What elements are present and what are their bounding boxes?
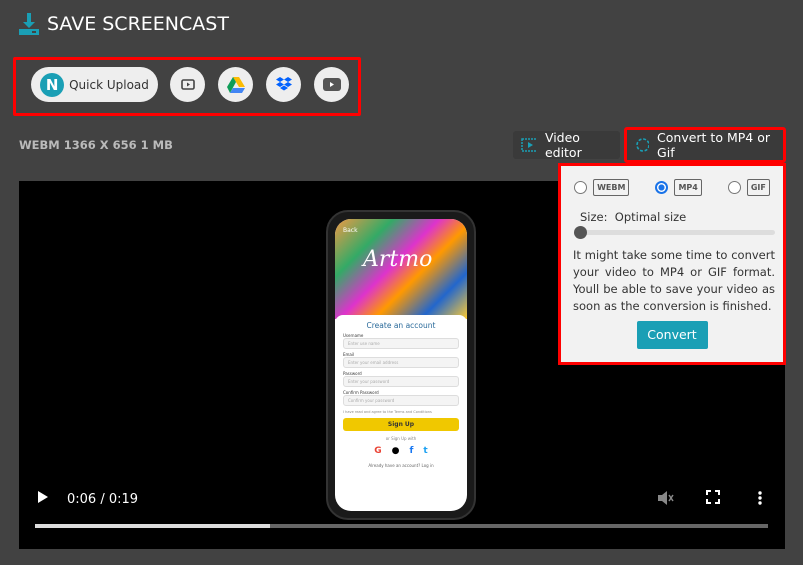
phone-back: Back [343, 227, 358, 234]
field-label: Confirm Password [343, 390, 379, 395]
google-drive-button[interactable] [218, 67, 253, 102]
more-vertical-icon [758, 491, 762, 505]
convert-button[interactable]: Convert [636, 321, 708, 349]
size-row: Size: Optimal size [580, 210, 783, 224]
fullscreen-button[interactable] [706, 490, 720, 508]
google-drive-icon [226, 76, 245, 93]
page-header: SAVE SCREENCAST [19, 13, 229, 35]
youtube-button[interactable] [314, 67, 349, 102]
dropbox-button[interactable] [266, 67, 301, 102]
radio-webm[interactable] [574, 181, 588, 194]
play-icon [38, 491, 48, 503]
convert-popup: WEBM MP4 GIF Size: Optimal size It might… [558, 163, 786, 365]
phone-brand: Artmo [363, 247, 433, 272]
progress-fill [35, 524, 270, 528]
screencastify-button[interactable] [170, 67, 205, 102]
social-icons: G ● f t [335, 446, 467, 456]
apple-icon: ● [391, 446, 400, 456]
radio-gif[interactable] [727, 181, 741, 194]
size-value: Optimal size [614, 210, 687, 224]
download-icon [19, 13, 39, 35]
phone-heading: Create an account [366, 321, 436, 330]
file-info: WEBM 1366 X 656 1 MB [19, 138, 173, 152]
convert-message: It might take some time to convert your … [573, 248, 775, 313]
page-title: SAVE SCREENCAST [47, 13, 229, 35]
size-slider[interactable] [574, 226, 775, 239]
more-options-button[interactable] [757, 490, 763, 510]
format-gif: GIF [746, 179, 770, 196]
mute-button[interactable] [656, 490, 674, 510]
field-label: Username [343, 333, 364, 338]
field-input: Enter use name [343, 338, 459, 349]
field-input: Enter your password [343, 376, 459, 387]
video-editor-button[interactable]: Video editor [513, 130, 620, 160]
quick-upload-label: Quick Upload [69, 77, 149, 92]
field-label: Password [343, 371, 362, 376]
phone-login: Already have an account? Log in [368, 463, 434, 468]
film-icon [521, 138, 537, 152]
youtube-icon [322, 78, 341, 91]
twitter-icon: t [423, 446, 428, 456]
convert-menu-button[interactable]: Convert to MP4 or Gif [624, 127, 786, 163]
convert-menu-label: Convert to MP4 or Gif [657, 130, 770, 160]
play-button[interactable] [37, 490, 49, 508]
progress-bar[interactable] [35, 524, 768, 528]
field-label: Email [343, 352, 355, 357]
video-frame-phone: Back Artmo Create an account Username Ent… [326, 210, 476, 520]
field-input: Confirm your password [343, 395, 459, 406]
volume-icon [658, 491, 674, 505]
phone-or: or Sign Up with [385, 436, 417, 441]
quick-upload-logo-icon: N [40, 72, 65, 97]
slider-thumb[interactable] [574, 226, 587, 239]
video-editor-label: Video editor [544, 130, 582, 160]
gear-icon [636, 138, 650, 152]
dropbox-icon [275, 77, 292, 91]
radio-mp4[interactable] [655, 181, 669, 194]
screencastify-icon [180, 79, 195, 90]
field-input: Enter your email address [343, 357, 459, 368]
facebook-icon: f [409, 446, 414, 456]
phone-terms: I have read and agree to the Terms and C… [343, 410, 432, 414]
phone-signup: Sign Up [343, 418, 459, 431]
time-display: 0:06 / 0:19 [67, 492, 139, 507]
format-webm: WEBM [593, 179, 630, 196]
quick-upload-button[interactable]: N Quick Upload [31, 67, 158, 102]
google-icon: G [374, 446, 382, 456]
format-options: WEBM MP4 GIF [561, 179, 783, 196]
fullscreen-icon [706, 490, 720, 504]
format-mp4: MP4 [674, 179, 702, 196]
size-label: Size: [580, 210, 608, 224]
